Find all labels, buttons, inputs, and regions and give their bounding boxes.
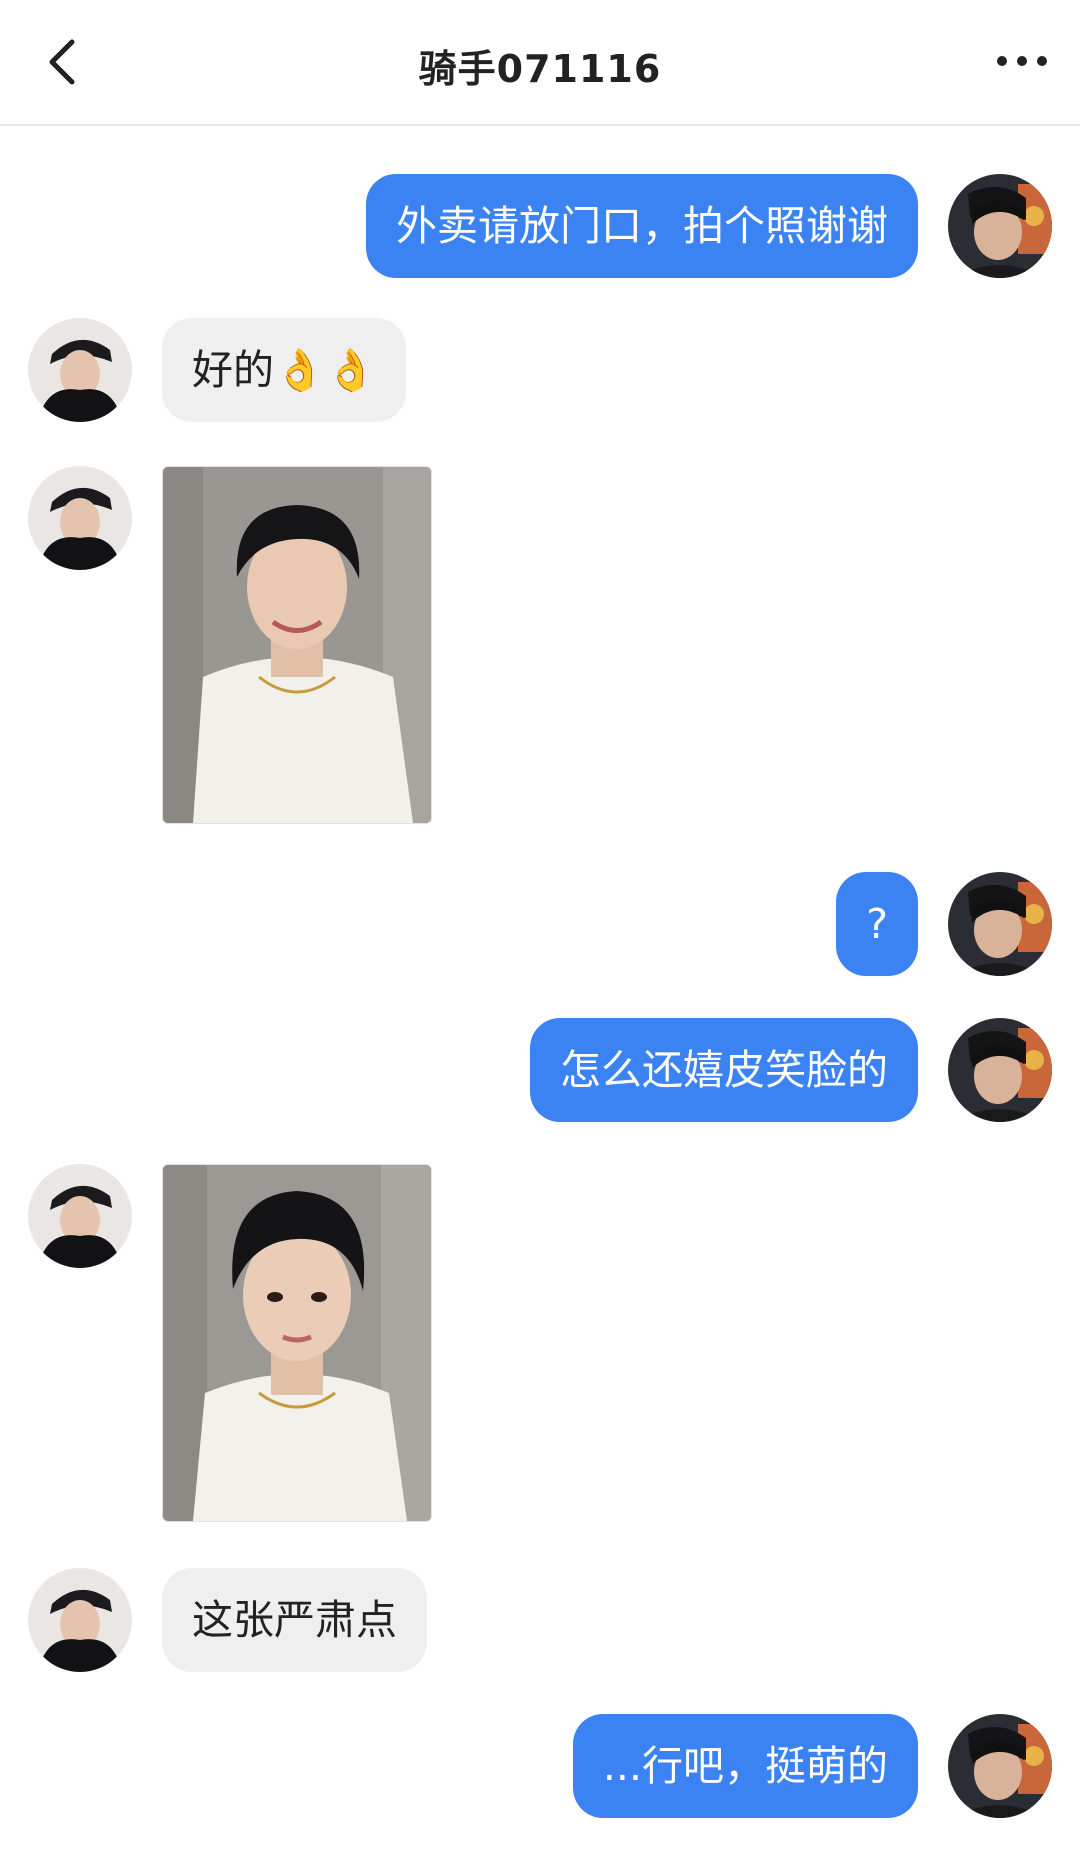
my-message-bubble[interactable]: ? [836, 872, 918, 976]
my-avatar[interactable] [948, 872, 1052, 976]
my-message-bubble[interactable]: ...行吧，挺萌的 [572, 1714, 918, 1818]
message-text: 好的👌👌 [192, 346, 377, 394]
rider-avatar[interactable] [28, 1164, 132, 1268]
my-avatar[interactable] [948, 174, 1052, 278]
rider-avatar[interactable] [28, 318, 132, 422]
chat-header: 骑手071116 [0, 0, 1080, 126]
serious-selfie-photo[interactable] [162, 1164, 432, 1522]
rider-message-bubble[interactable]: 好的👌👌 [162, 318, 407, 422]
rider-avatar[interactable] [28, 1568, 132, 1672]
my-avatar[interactable] [948, 1018, 1052, 1122]
smiling-selfie-photo[interactable] [162, 466, 432, 824]
more-dots-icon[interactable] [994, 46, 1050, 76]
my-avatar[interactable] [948, 1714, 1052, 1818]
my-message-bubble[interactable]: 外卖请放门口，拍个照谢谢 [366, 174, 918, 278]
rider-message-bubble[interactable]: 这张严肃点 [162, 1568, 427, 1672]
chat-title: 骑手071116 [418, 47, 662, 91]
rider-avatar[interactable] [28, 466, 132, 570]
my-message-bubble[interactable]: 怎么还嬉皮笑脸的 [530, 1018, 918, 1122]
